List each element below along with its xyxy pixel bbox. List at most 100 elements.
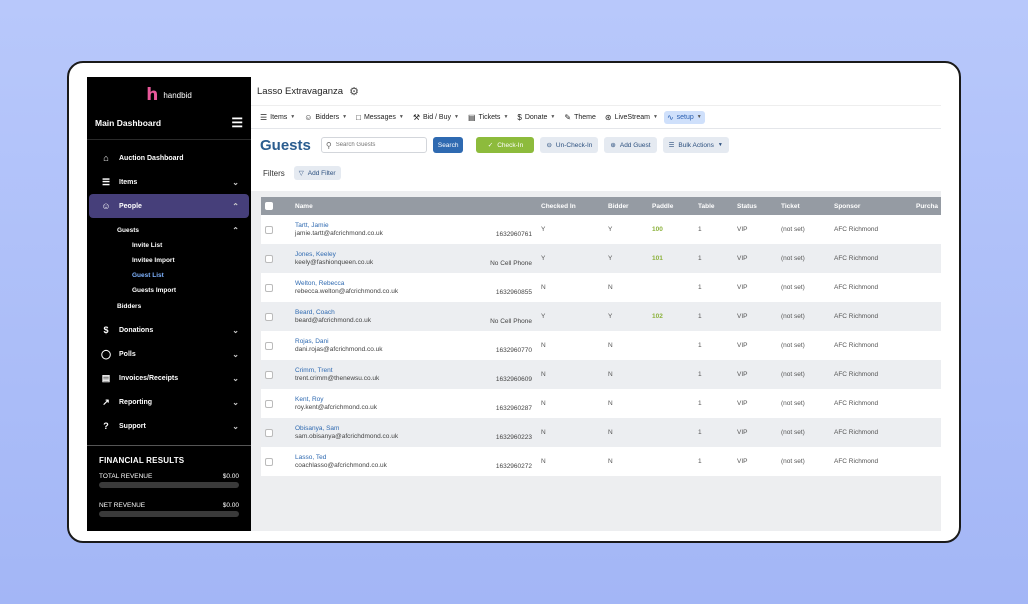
nav-tickets[interactable]: ▤ Tickets ▼ <box>465 111 511 124</box>
table-row[interactable]: Rojas, Dani dani.rojas@afcrichmond.co.uk… <box>261 331 941 360</box>
select-all-checkbox[interactable] <box>265 202 273 210</box>
bidder-value: N <box>608 400 613 407</box>
nav-items[interactable]: ☰ Items ▼ <box>257 111 298 124</box>
column-header-bidder[interactable]: Bidder <box>608 197 629 215</box>
guest-name-cell: Jones, Keeley keely@fashionqueen.co.uk <box>295 244 373 273</box>
add-filter-button[interactable]: ▽ Add Filter <box>293 166 341 180</box>
guest-name-link[interactable]: Kent, Roy <box>295 396 324 403</box>
guests-toolbar: Guests ⚲ Search ✓ Check-In ⊖ Un-Check-In… <box>251 129 941 161</box>
guest-name-link[interactable]: Rojas, Dani <box>295 338 329 345</box>
table-row[interactable]: Beard, Coach beard@afcrichmond.co.uk No … <box>261 302 941 331</box>
column-header-ticket[interactable]: Ticket <box>781 197 800 215</box>
guest-name-link[interactable]: Obisanya, Sam <box>295 425 339 432</box>
sidebar-item-polls[interactable]: ◯ Polls ⌄ <box>87 342 251 366</box>
table-row[interactable]: Kent, Roy roy.kent@afcrichmond.co.uk 163… <box>261 389 941 418</box>
column-header-paddle[interactable]: Paddle <box>652 197 673 215</box>
column-header-checked-in[interactable]: Checked In <box>541 197 576 215</box>
guest-name-link[interactable]: Crimm, Trent <box>295 367 333 374</box>
sidebar-item-items[interactable]: ☰ Items ⌄ <box>87 170 251 194</box>
column-header-sponsor[interactable]: Sponsor <box>834 197 860 215</box>
nav-setup[interactable]: ∿ setup ▼ <box>663 110 705 124</box>
guest-phone: 1632960855 <box>495 289 532 296</box>
status-value: VIP <box>737 284 748 291</box>
row-checkbox[interactable] <box>265 370 273 379</box>
main-dashboard-header: Main Dashboard ☰ <box>87 111 251 135</box>
guest-name-link[interactable]: Lasso, Ted <box>295 454 326 461</box>
table-row[interactable]: Obisanya, Sam sam.obisanya@afcrichdmond.… <box>261 418 941 447</box>
table-row[interactable]: Jones, Keeley keely@fashionqueen.co.uk N… <box>261 244 941 273</box>
check-in-button[interactable]: ✓ Check-In <box>476 137 535 153</box>
sidebar-item-donations[interactable]: $ Donations ⌄ <box>87 318 251 342</box>
nav-bidders[interactable]: ☺ Bidders ▼ <box>301 111 350 124</box>
row-checkbox[interactable] <box>265 283 273 292</box>
sidebar-subitem-invite-list[interactable]: Invite List <box>87 238 251 253</box>
nav-bid-buy[interactable]: ⚒ Bid / Buy ▼ <box>410 111 462 124</box>
guest-name-link[interactable]: Tartt, Jamie <box>295 222 329 229</box>
row-checkbox[interactable] <box>265 254 273 263</box>
row-checkbox[interactable] <box>265 341 273 350</box>
sidebar-subitem-invitee-import[interactable]: Invitee Import <box>87 253 251 268</box>
nav-donate[interactable]: $ Donate ▼ <box>514 111 558 124</box>
table-row[interactable]: Crimm, Trent trent.crimm@thenewsu.co.uk … <box>261 360 941 389</box>
nav-theme[interactable]: ✎ Theme <box>561 111 599 124</box>
sidebar-subitem-guests[interactable]: Guests ⌃ <box>87 222 251 238</box>
sidebar-item-invoices-receipts[interactable]: ▤ Invoices/Receipts ⌄ <box>87 366 251 390</box>
users-icon: ☺ <box>101 201 111 211</box>
table-number: 1 <box>698 255 702 262</box>
sponsor-value: AFC Richmond <box>834 429 879 436</box>
nav-messages[interactable]: □ Messages ▼ <box>353 111 407 124</box>
row-checkbox[interactable] <box>265 312 273 321</box>
select-all-cell <box>265 197 273 215</box>
sidebar-item-people[interactable]: ☺ People ⌃ <box>89 194 249 218</box>
nav-label: Bidders <box>315 113 340 121</box>
column-header-name[interactable]: Name <box>295 197 313 215</box>
search-icon: ⚲ <box>325 140 332 150</box>
guest-name-link[interactable]: Jones, Keeley <box>295 251 336 258</box>
net-revenue-value: $0.00 <box>222 502 239 509</box>
guest-email: sam.obisanya@afcrichdmond.co.uk <box>295 433 399 440</box>
sidebar-subitem-guest-list[interactable]: Guest List <box>87 268 251 283</box>
sidebar-item-support[interactable]: ? Support ⌄ <box>87 414 251 438</box>
guest-phone: 1632960223 <box>495 434 532 441</box>
un-check-in-button[interactable]: ⊖ Un-Check-In <box>540 137 599 153</box>
nav-label: Messages <box>363 113 396 121</box>
search-input[interactable] <box>335 142 421 148</box>
gavel-icon: ⚒ <box>412 112 420 122</box>
brand-logo[interactable]: h handbid <box>87 81 251 109</box>
ticket-value: (not set) <box>781 342 805 349</box>
row-checkbox[interactable] <box>265 399 273 408</box>
sponsor-value: AFC Richmond <box>834 284 879 291</box>
sidebar-subitem-guests-import[interactable]: Guests Import <box>87 283 251 298</box>
bidder-value: N <box>608 284 613 291</box>
row-checkbox[interactable] <box>265 428 273 437</box>
sidebar-item-label: Reporting <box>119 398 153 406</box>
nav-livestream[interactable]: ⊛ LiveStream ▼ <box>602 111 661 124</box>
table-row[interactable]: Lasso, Ted coachlasso@afcrichmond.co.uk … <box>261 447 941 476</box>
column-header-purchase[interactable]: Purcha <box>916 197 938 215</box>
column-header-status[interactable]: Status <box>737 197 757 215</box>
sidebar-item-reporting[interactable]: ↗ Reporting ⌄ <box>87 390 251 414</box>
bulk-actions-button[interactable]: ☰ Bulk Actions ▼ <box>662 137 729 153</box>
status-value: VIP <box>737 226 748 233</box>
table-row[interactable]: Welton, Rebecca rebecca.welton@afcrichmo… <box>261 273 941 302</box>
sidebar-item-label: Items <box>119 178 138 186</box>
status-value: VIP <box>737 458 748 465</box>
chevron-up-icon: ⌃ <box>232 201 239 211</box>
bulk-actions-label: Bulk Actions <box>678 141 714 149</box>
sidebar-item-label: Donations <box>119 326 154 334</box>
sidebar-item-auction-dashboard[interactable]: ⌂ Auction Dashboard <box>87 146 251 170</box>
gear-icon[interactable]: ⚙ <box>349 85 359 98</box>
search-field[interactable]: ⚲ <box>320 137 427 153</box>
guest-name-link[interactable]: Welton, Rebecca <box>295 280 344 287</box>
checked-in-value: N <box>541 284 546 291</box>
guest-name-link[interactable]: Beard, Coach <box>295 309 335 316</box>
ticket-value: (not set) <box>781 226 805 233</box>
table-row[interactable]: Tartt, Jamie jamie.tartt@afcrichmond.co.… <box>261 215 941 244</box>
column-header-table[interactable]: Table <box>698 197 715 215</box>
menu-icon[interactable]: ☰ <box>231 115 243 131</box>
search-button[interactable]: Search <box>432 137 464 153</box>
sidebar-subitem-bidders[interactable]: Bidders <box>87 298 251 314</box>
row-checkbox[interactable] <box>265 225 273 234</box>
add-guest-button[interactable]: ⊕ Add Guest <box>604 137 657 153</box>
row-checkbox[interactable] <box>265 457 273 466</box>
